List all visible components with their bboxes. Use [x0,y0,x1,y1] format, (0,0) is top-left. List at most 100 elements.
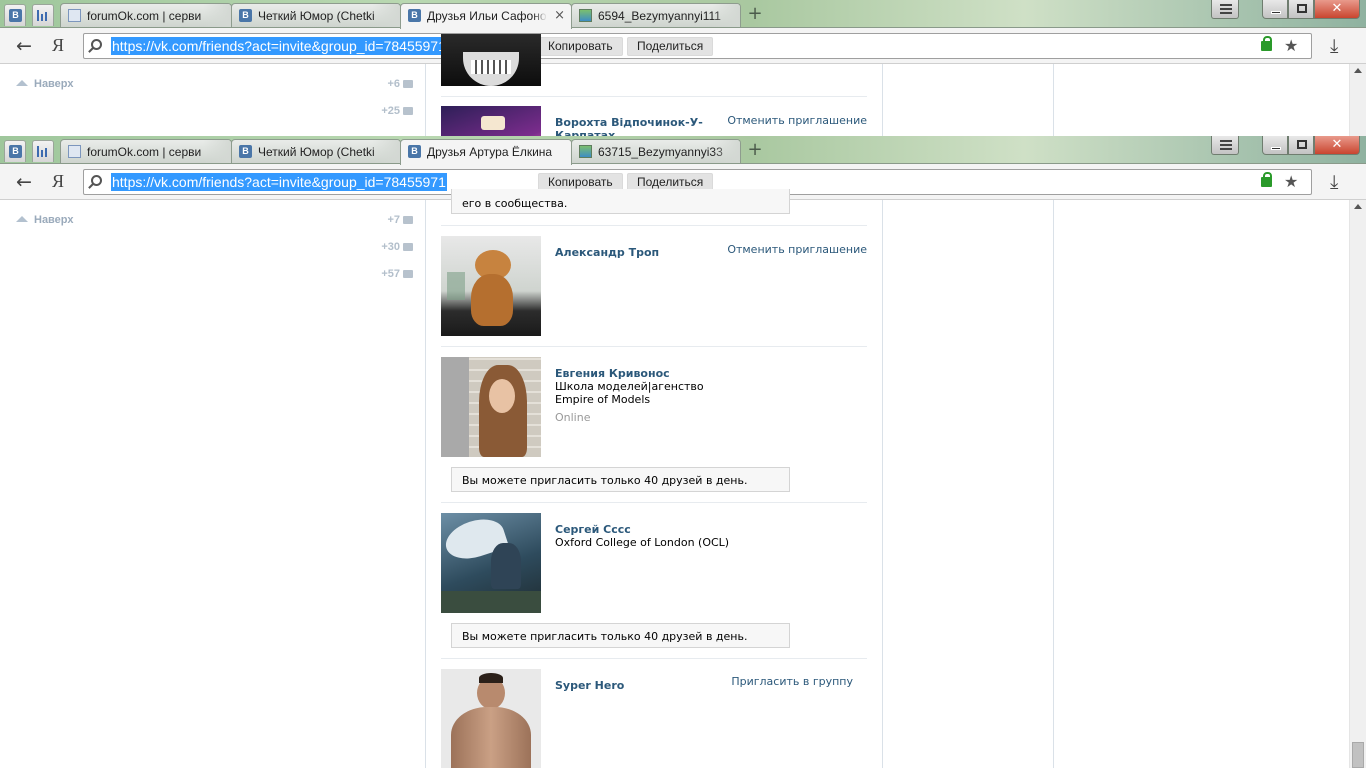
friend-item: Александр Троп Отменить приглашение [441,236,867,336]
yandex-button[interactable]: Я [52,171,64,192]
scroll-up-arrow-icon[interactable] [1354,204,1362,209]
notification-counter-messages[interactable]: +7 [387,214,413,226]
friend-avatar[interactable] [441,357,541,457]
foreground-browser-window: В forumOk.com | серви В Четкий Юмор (Che… [0,136,1366,768]
url-text[interactable]: https://vk.com/friends?act=invite&group_… [111,37,447,55]
back-arrow-icon[interactable]: ← [16,35,32,57]
maximize-button[interactable] [1288,0,1314,19]
tab-chetkiy-yumor[interactable]: В Четкий Юмор (Chetki [231,3,401,28]
scroll-up-arrow-icon[interactable] [1354,68,1362,73]
friend-name-link[interactable]: Александр Троп [555,246,725,259]
lock-icon[interactable] [1261,36,1272,51]
invite-to-group-link[interactable]: Пригласить в группу [731,675,853,688]
friend-school: Oxford College of London (OCL) [555,536,730,549]
scrollbar[interactable] [1349,64,1366,136]
tab-chetkiy-yumor[interactable]: В Четкий Юмор (Chetki [231,139,401,164]
tab-forumok[interactable]: forumOk.com | серви [60,3,232,28]
friend-item: Евгения Кривонос Школа моделей|агенство … [441,357,867,457]
notification-counter-friends[interactable]: +30 [381,241,413,253]
tab-title: 6594_Bezymyannyi111 [598,9,721,23]
new-tab-plus-icon[interactable]: + [746,140,764,160]
chart-favicon-icon [68,145,81,158]
online-status: Online [555,411,591,424]
browser-menu-button[interactable] [1211,0,1239,19]
tab-image[interactable]: 6594_Bezymyannyi111 [571,3,741,28]
invite-limit-notice: Вы можете пригласить только 40 друзей в … [451,623,790,648]
friend-name-link[interactable]: Ворохта Відпочинок-У-Карпатах [555,116,725,136]
cancel-invite-link[interactable]: Отменить приглашение [727,114,867,127]
pinned-tab-stats[interactable] [32,4,54,26]
chart-icon [37,146,50,157]
up-triangle-icon [16,80,28,86]
new-tab-plus-icon[interactable]: + [746,4,764,24]
tab-title: Четкий Юмор (Chetki [258,9,375,23]
pinned-tab-vk[interactable]: В [4,4,26,26]
friend-name-link[interactable]: Syper Hero [555,679,725,692]
tab-forumok[interactable]: forumOk.com | серви [60,139,232,164]
browser-menu-button[interactable] [1211,136,1239,155]
notification-counter-friends[interactable]: +25 [381,105,413,117]
close-icon: ✕ [1331,1,1343,16]
vk-favicon-icon: В [239,9,252,22]
bookmark-star-icon[interactable]: ★ [1284,172,1298,191]
cancel-invite-link[interactable]: Отменить приглашение [727,243,867,256]
vk-favicon-icon: В [239,145,252,158]
search-icon [91,175,102,186]
tab-strip: В forumOk.com | серви В Четкий Юмор (Che… [0,136,1366,165]
friend-avatar[interactable] [441,513,541,613]
page-content: Наверх +6 +25 Ворохта Відпочинок-У-Карпа… [0,34,1366,136]
url-text[interactable]: https://vk.com/friends?act=invite&group_… [111,173,447,191]
yandex-button[interactable]: Я [52,35,64,56]
scrollbar[interactable] [1349,200,1366,768]
friend-avatar[interactable] [441,236,541,336]
vk-favicon-icon: В [408,9,421,22]
maximize-button[interactable] [1288,136,1314,155]
pinned-tab-vk[interactable]: В [4,140,26,162]
friend-name-link[interactable]: Евгения Кривонос [555,367,725,380]
scroll-thumb[interactable] [1352,742,1364,768]
friend-item: Сергей Сссс Oxford College of London (OC… [441,513,867,613]
comment-icon [403,270,413,278]
pinned-tab-stats[interactable] [32,140,54,162]
friend-avatar[interactable] [441,669,541,768]
tab-strip: В forumOk.com | серви В Четкий Юмор (Che… [0,0,1366,29]
tab-title: forumOk.com | серви [87,145,202,159]
tab-image[interactable]: 63715_Bezymyannyi33 [571,139,741,164]
tab-title: Друзья Артура Ёлкина [427,145,553,159]
close-icon: ✕ [1331,137,1343,152]
friend-item [441,34,867,86]
envelope-icon [403,216,413,224]
vk-icon: В [9,9,22,22]
envelope-icon [403,80,413,88]
notification-counter-comments[interactable]: +57 [381,268,413,280]
close-window-button[interactable]: ✕ [1314,0,1360,19]
chart-icon [37,10,50,21]
invite-limit-notice: Вы можете пригласить только 40 друзей в … [451,467,790,492]
bookmark-star-icon[interactable]: ★ [1284,36,1298,55]
friend-avatar[interactable] [441,106,541,136]
minimize-button[interactable] [1262,0,1288,19]
back-arrow-icon[interactable]: ← [16,171,32,193]
friend-name-link[interactable]: Сергей Сссс [555,523,725,536]
lock-icon[interactable] [1261,172,1272,187]
back-to-top-link[interactable]: Наверх [16,214,74,226]
background-browser-window: В forumOk.com | серви В Четкий Юмор (Che… [0,0,1366,136]
download-icon[interactable]: ⤓ [1330,35,1338,57]
close-window-button[interactable]: ✕ [1314,136,1360,155]
close-tab-icon[interactable]: × [554,8,565,23]
tab-title: 63715_Bezymyannyi33 [598,145,723,159]
image-favicon-icon [579,9,592,22]
friend-item: Ворохта Відпочинок-У-Карпатах Отменить п… [441,106,867,136]
tab-friends-active[interactable]: В Друзья Артура Ёлкина [400,139,572,165]
vk-favicon-icon: В [408,145,421,158]
notification-counter-messages[interactable]: +6 [387,78,413,90]
tab-title: forumOk.com | серви [87,9,202,23]
back-to-top-link[interactable]: Наверх [16,78,74,90]
friend-avatar[interactable] [441,34,541,86]
tab-friends-active[interactable]: В Друзья Ильи Сафоно × [400,3,572,29]
minimize-button[interactable] [1262,136,1288,155]
image-favicon-icon [579,145,592,158]
people-icon [403,107,413,115]
download-icon[interactable]: ⤓ [1330,171,1338,193]
search-icon [91,39,102,50]
